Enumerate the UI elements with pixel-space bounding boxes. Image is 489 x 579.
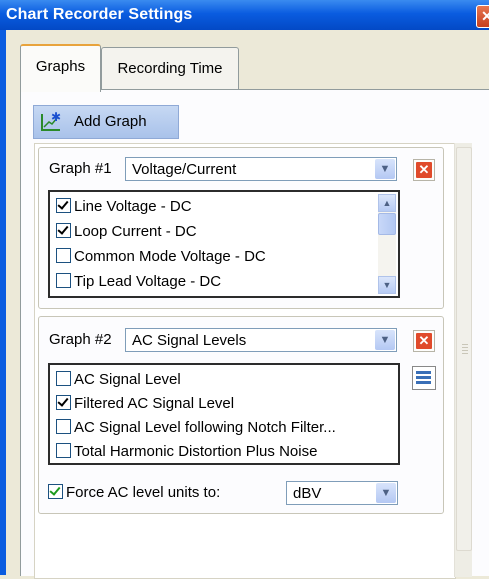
graphs-list-scrollbar[interactable] [454, 143, 472, 577]
scroll-down-icon[interactable]: ▼ [378, 276, 396, 294]
tab-graphs[interactable]: Graphs [20, 44, 101, 92]
graph-1-delete-button[interactable]: ✕ [413, 159, 435, 181]
graph-1-label: Graph #1 [49, 160, 112, 177]
list-item[interactable]: AC Signal Level following Notch Filter..… [56, 415, 336, 440]
graph-1-channel-list: Line Voltage - DC Loop Current - DC Comm… [48, 190, 400, 298]
list-item-label: Filtered AC Signal Level [74, 395, 235, 412]
graph-1-panel: Graph #1 Voltage/Current ▼ ✕ Line Voltag… [38, 147, 444, 309]
list-item[interactable]: Common Mode Voltage - DC [56, 244, 266, 269]
checkbox[interactable] [56, 443, 71, 458]
checkbox[interactable] [56, 198, 71, 213]
list-item-label: Line Voltage - DC [74, 198, 192, 215]
chevron-down-icon[interactable]: ▼ [376, 483, 396, 503]
scroll-up-icon[interactable]: ▲ [378, 194, 396, 212]
add-graph-button[interactable]: ✱ Add Graph [33, 105, 179, 139]
force-units-checkbox[interactable] [48, 484, 63, 499]
list-item-label: Loop Current - DC [74, 223, 197, 240]
tab-recording-time-label: Recording Time [117, 60, 223, 77]
graph-1-list-scrollbar[interactable]: ▲ ▼ [378, 194, 396, 294]
list-item-label: Tip Lead Voltage - DC [74, 273, 222, 290]
checkbox[interactable] [56, 223, 71, 238]
list-item-label: AC Signal Level [74, 371, 181, 388]
svg-text:✱: ✱ [51, 112, 61, 124]
title-bar: Chart Recorder Settings ✕ [0, 0, 489, 30]
list-item-label: AC Signal Level following Notch Filter..… [74, 419, 336, 436]
graph-1-type-select[interactable]: Voltage/Current ▼ [125, 157, 397, 181]
force-units-label: Force AC level units to: [66, 484, 221, 501]
window-title: Chart Recorder Settings [6, 6, 193, 23]
list-item-label: Total Harmonic Distortion Plus Noise [74, 443, 318, 460]
units-select[interactable]: dBV ▼ [286, 481, 398, 505]
list-item[interactable]: Total Harmonic Distortion Plus Noise [56, 439, 318, 463]
checkbox[interactable] [56, 371, 71, 386]
graph-2-channel-list: AC Signal Level Filtered AC Signal Level… [48, 363, 400, 465]
checkbox[interactable] [56, 395, 71, 410]
list-item[interactable]: Line Voltage - DC [56, 194, 192, 219]
scrollbar-thumb[interactable] [456, 147, 472, 551]
units-value: dBV [293, 485, 322, 502]
add-graph-label: Add Graph [74, 113, 147, 130]
list-item[interactable]: Loop Current - DC [56, 219, 197, 244]
tab-graphs-label: Graphs [35, 58, 86, 75]
checkbox[interactable] [56, 419, 71, 434]
force-units-row[interactable]: Force AC level units to: [48, 480, 220, 505]
scrollbar-thumb[interactable] [378, 213, 396, 235]
chevron-down-icon[interactable]: ▼ [375, 330, 395, 350]
list-item[interactable]: Tip Lead Voltage - DC [56, 269, 221, 294]
graph-2-label: Graph #2 [49, 331, 112, 348]
chevron-down-icon[interactable]: ▼ [375, 159, 395, 179]
graph-1-type-value: Voltage/Current [132, 161, 237, 178]
graph-2-panel: Graph #2 AC Signal Levels ▼ ✕ AC Signal … [38, 316, 444, 514]
properties-icon[interactable] [412, 366, 436, 390]
close-icon[interactable]: ✕ [476, 5, 489, 28]
graph-2-type-select[interactable]: AC Signal Levels ▼ [125, 328, 397, 352]
chart-add-icon: ✱ [41, 112, 61, 131]
delete-icon: ✕ [416, 333, 432, 349]
graph-2-type-value: AC Signal Levels [132, 332, 247, 349]
delete-icon: ✕ [416, 162, 432, 178]
graph-2-delete-button[interactable]: ✕ [413, 330, 435, 352]
list-item-label: Common Mode Voltage - DC [74, 248, 266, 265]
checkbox[interactable] [56, 248, 71, 263]
tab-recording-time[interactable]: Recording Time [101, 47, 239, 90]
checkbox[interactable] [56, 273, 71, 288]
list-item[interactable]: Filtered AC Signal Level [56, 391, 234, 416]
list-item[interactable]: AC Signal Level [56, 367, 181, 392]
